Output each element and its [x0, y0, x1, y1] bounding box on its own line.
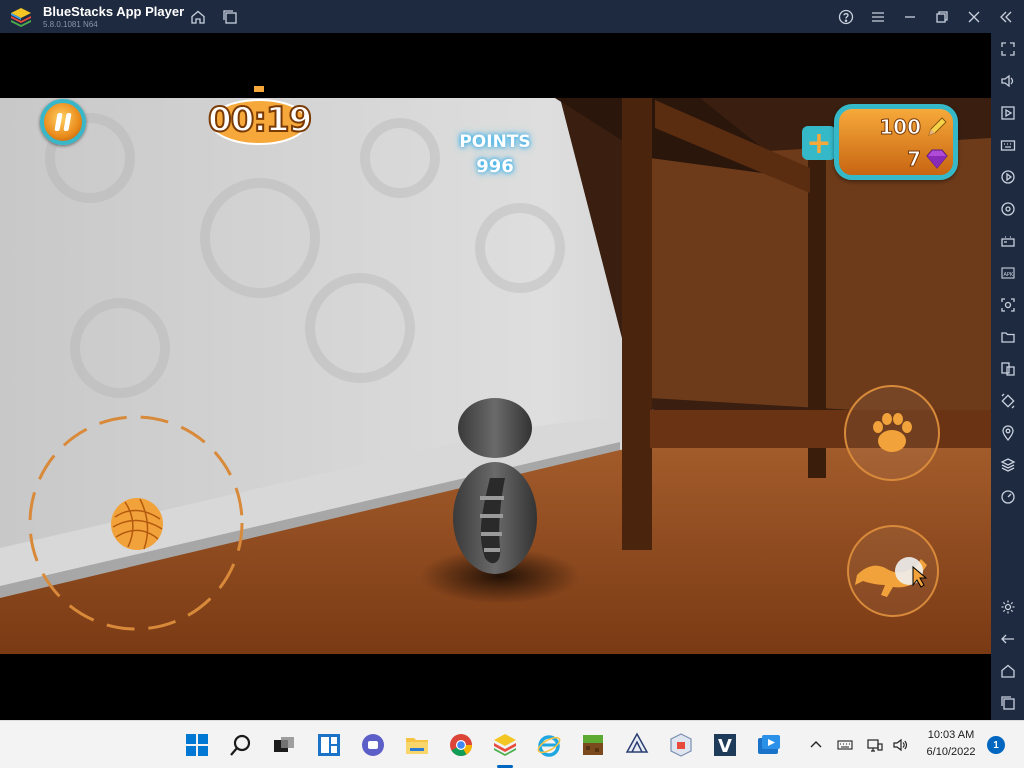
pause-button[interactable] [40, 99, 86, 145]
points-value: 996 [476, 156, 514, 177]
paw-icon [873, 413, 912, 452]
screenshot-icon[interactable] [997, 294, 1018, 315]
back-icon[interactable] [997, 628, 1018, 649]
pause-icon [54, 113, 72, 131]
app-version: 5.8.0.1081 N64 [43, 20, 98, 29]
notification-badge[interactable]: 1 [987, 736, 1005, 754]
title-bar: BlueStacks App Player 5.8.0.1081 N64 [0, 0, 1024, 33]
windows-taskbar: V 10:03 AM 6/10/2022 1 [0, 720, 1024, 768]
gems-value: 7 [907, 147, 922, 172]
add-currency-button[interactable]: + [802, 125, 836, 161]
shake-icon[interactable] [997, 390, 1018, 411]
settings-icon[interactable] [997, 596, 1018, 617]
jump-button[interactable] [847, 525, 939, 617]
media-player-icon[interactable] [755, 731, 783, 759]
file-explorer-icon[interactable] [403, 731, 431, 759]
network-icon[interactable] [865, 735, 885, 755]
help-icon[interactable] [835, 6, 857, 28]
recent-apps-icon[interactable] [997, 692, 1018, 713]
home-icon[interactable] [997, 660, 1018, 681]
close-icon[interactable] [963, 6, 985, 28]
keyboard-controls-icon[interactable] [997, 134, 1018, 155]
eco-mode-icon[interactable] [997, 486, 1018, 507]
gem-icon [926, 149, 948, 169]
fullscreen-icon[interactable] [997, 38, 1018, 59]
keyboard-icon[interactable] [835, 735, 855, 755]
task-view-icon[interactable] [270, 731, 298, 759]
widgets-icon[interactable] [315, 731, 343, 759]
home-icon[interactable] [187, 6, 209, 28]
points-label: POINTS [459, 132, 531, 152]
joystick-knob[interactable] [110, 497, 164, 551]
bluestacks-sidebar: APK [991, 33, 1024, 720]
jumping-cat-icon [855, 557, 928, 597]
paw-attack-button[interactable] [844, 385, 940, 481]
cat-character [453, 398, 537, 574]
v-app-icon[interactable]: V [711, 731, 739, 759]
chevron-up-icon[interactable] [806, 735, 826, 755]
bluestacks-icon[interactable] [491, 731, 519, 759]
pencil-icon [928, 117, 947, 136]
menu-icon[interactable] [867, 6, 889, 28]
folder-icon[interactable] [997, 326, 1018, 347]
internet-explorer-icon[interactable] [535, 731, 563, 759]
virtualbox-icon[interactable] [667, 731, 695, 759]
clock-time[interactable]: 10:03 AM [920, 729, 982, 741]
plus-icon: + [806, 125, 832, 161]
timer-badge: 00:19 [207, 86, 313, 146]
teams-chat-icon[interactable] [359, 731, 387, 759]
media-manager-icon[interactable] [997, 102, 1018, 123]
multi-instance-icon[interactable] [997, 358, 1018, 379]
svg-text:APK: APK [1003, 272, 1013, 278]
points-display: POINTS 996 [440, 126, 550, 186]
start-icon[interactable] [183, 731, 211, 759]
macro-icon[interactable] [997, 166, 1018, 187]
chrome-icon[interactable] [447, 731, 475, 759]
volume-icon[interactable] [997, 70, 1018, 91]
svg-text:V: V [718, 736, 732, 757]
search-icon[interactable] [227, 731, 255, 759]
collapse-sidebar-icon[interactable] [995, 6, 1017, 28]
bluestacks-logo-icon [11, 8, 31, 27]
volume-icon[interactable] [890, 735, 910, 755]
restore-icon[interactable] [931, 6, 953, 28]
layers-icon[interactable] [997, 454, 1018, 475]
minecraft-icon[interactable] [579, 731, 607, 759]
coins-value: 100 [879, 115, 922, 140]
clock-date[interactable]: 6/10/2022 [920, 746, 982, 758]
timer-value: 00:19 [207, 99, 313, 141]
inkscape-icon[interactable] [623, 731, 651, 759]
window-title: BlueStacks App Player [43, 4, 185, 19]
minimize-icon[interactable] [899, 6, 921, 28]
currency-panel: 100 7 [834, 104, 958, 180]
rotate-icon[interactable] [997, 198, 1018, 219]
install-apk-icon[interactable]: APK [997, 262, 1018, 283]
location-icon[interactable] [997, 422, 1018, 443]
game-viewport[interactable]: 00:19 POINTS 996 + 100 7 [0, 33, 991, 720]
gamepad-icon[interactable] [997, 230, 1018, 251]
multi-instance-icon[interactable] [219, 6, 241, 28]
